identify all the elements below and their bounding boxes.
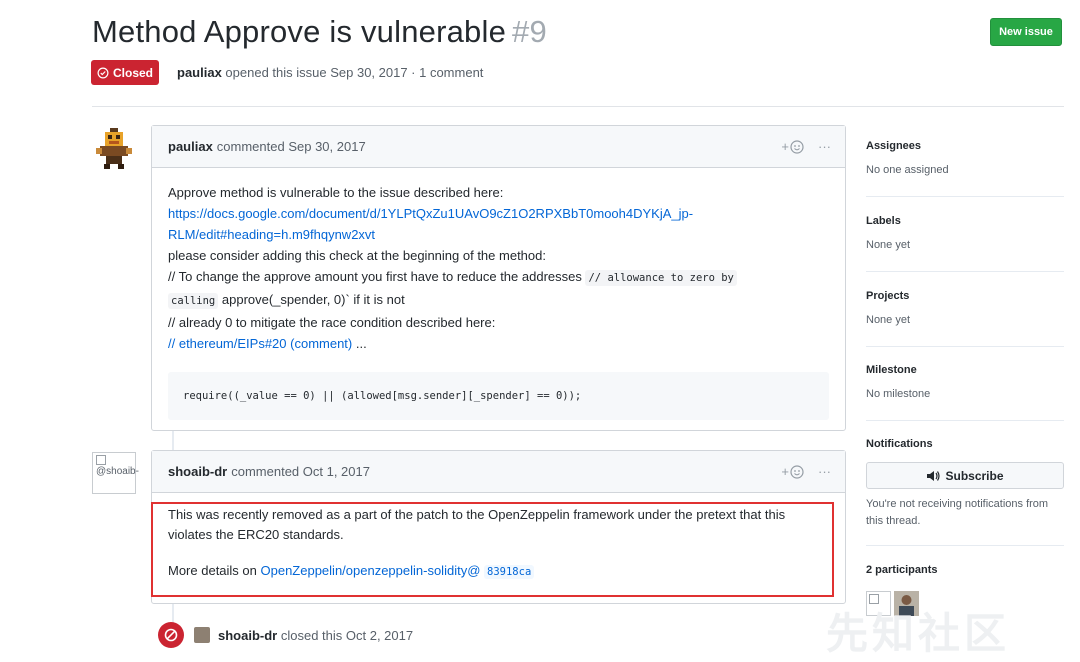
sidebar-divider — [866, 271, 1064, 272]
comment-line: // ethereum/EIPs#20 (comment) ... — [168, 333, 829, 354]
sidebar-heading[interactable]: Projects — [866, 290, 1064, 302]
issue-closed-event-icon — [158, 622, 184, 648]
closed-event-desc: closed this Oct 2, 2017 — [280, 627, 414, 643]
comment-paragraph: This was recently removed as a part of t… — [168, 507, 786, 542]
comment-paragraph: More details on OpenZeppelin/openzeppeli… — [168, 561, 829, 582]
sidebar-heading[interactable]: Labels — [866, 215, 1064, 227]
comment-header: shoaib-dr commented Oct 1, 2017 + ··· — [152, 451, 845, 493]
issue-closed-icon — [97, 67, 109, 78]
comment-actions: + ··· — [781, 139, 831, 154]
comment-line: please consider adding this check at the… — [168, 248, 546, 263]
speaker-icon — [927, 470, 941, 481]
status-badge: Closed — [91, 60, 160, 85]
sidebar-divider — [866, 346, 1064, 347]
sidebar-divider — [866, 545, 1064, 546]
notifications-text: You're not receiving notifications from … — [866, 498, 1049, 527]
eip-link[interactable]: ethereum/EIPs#20 (comment) — [179, 336, 352, 351]
comment-line: calling approve(_spender, 0)` if it is n… — [168, 289, 829, 312]
closed-event: shoaib-dr closed this Oct 2, 2017 — [158, 622, 413, 648]
comment-author[interactable]: shoaib-dr — [168, 464, 227, 479]
sidebar-heading: Notifications — [866, 438, 933, 450]
inline-code: calling — [168, 293, 219, 309]
sidebar-labels: Labels None yet — [866, 215, 1064, 251]
comment-pauliax: pauliax commented Sep 30, 2017 + ··· App… — [151, 125, 846, 431]
doc-link[interactable]: https://docs.google.com/document/d/1YLPt… — [168, 203, 829, 224]
comment-author[interactable]: pauliax — [168, 139, 213, 154]
comment-line: Approve method is vulnerable to the issu… — [168, 185, 504, 200]
watermark: 先知社区 — [826, 610, 1011, 657]
avatar[interactable] — [194, 627, 210, 643]
comment-line: // To change the approve amount you firs… — [168, 266, 829, 289]
sidebar-value: No one assigned — [866, 164, 949, 176]
sidebar-heading: 2 participants — [866, 564, 938, 576]
closed-event-text: shoaib-dr closed this Oct 2, 2017 — [218, 628, 413, 643]
sidebar-projects: Projects None yet — [866, 290, 1064, 326]
sidebar-divider — [866, 420, 1064, 421]
comment-body: Approve method is vulnerable to the issu… — [152, 168, 845, 420]
comment-line: // already 0 to mitigate the race condit… — [168, 315, 496, 330]
comment-text: ... — [352, 336, 367, 351]
header-divider — [92, 106, 1064, 107]
issue-title: Method Approve is vulnerable #9 — [92, 14, 547, 50]
sidebar-participants: 2 participants — [866, 564, 1064, 576]
sidebar-value: None yet — [866, 239, 911, 251]
comment-header: pauliax commented Sep 30, 2017 + ··· — [152, 126, 845, 168]
subscribe-label: Subscribe — [945, 468, 1004, 483]
comment-text: approve(_spender, 0)` if it is not — [221, 292, 405, 307]
issue-author-link[interactable]: pauliax — [177, 65, 222, 80]
closed-event-actor[interactable]: shoaib-dr — [218, 628, 277, 643]
new-issue-button[interactable]: New issue — [990, 18, 1062, 46]
comment-timestamp[interactable]: commented Sep 30, 2017 — [217, 139, 366, 154]
comment-body: This was recently removed as a part of t… — [152, 493, 845, 582]
broken-image-icon — [96, 455, 106, 465]
sidebar-value: None yet — [866, 314, 911, 326]
avatar[interactable]: @shoaib- — [92, 452, 139, 494]
doc-link-cont[interactable]: RLM/edit#heading=h.m9fhqynw2xvt — [168, 224, 829, 245]
more-options-icon[interactable]: ··· — [818, 139, 831, 154]
sidebar-milestone: Milestone No milestone — [866, 364, 1064, 400]
sidebar-assignees: Assignees No one assigned — [866, 140, 1064, 176]
issue-number: #9 — [512, 14, 547, 49]
more-options-icon[interactable]: ··· — [818, 464, 831, 479]
issue-title-text: Method Approve is vulnerable — [92, 14, 507, 49]
add-reaction-icon[interactable]: + — [781, 139, 804, 154]
comment-actions: + ··· — [781, 464, 831, 479]
status-label: Closed — [113, 65, 154, 80]
commit-sha[interactable]: 83918ca — [484, 565, 535, 579]
avatar[interactable] — [94, 126, 134, 170]
code-block: require((_value == 0) || (allowed[msg.se… — [168, 372, 829, 420]
sidebar-notifications: Notifications — [866, 438, 1064, 450]
commit-link[interactable]: OpenZeppelin/openzeppelin-solidity@ — [261, 563, 481, 578]
issue-meta-text: opened this issue Sep 30, 2017 · 1 comme… — [225, 65, 484, 80]
sidebar-heading[interactable]: Milestone — [866, 364, 1064, 376]
comment-shoaib-dr: shoaib-dr commented Oct 1, 2017 + ··· Th… — [151, 450, 846, 604]
add-reaction-icon[interactable]: + — [781, 464, 804, 479]
avatar-alt-text: @shoaib- — [96, 466, 139, 477]
sidebar-divider — [866, 196, 1064, 197]
subscribe-button[interactable]: Subscribe — [866, 462, 1064, 489]
sidebar-heading[interactable]: Assignees — [866, 140, 1064, 152]
comment-text: // To change the approve amount you firs… — [168, 269, 582, 284]
comment-text: More details on — [168, 563, 261, 578]
issue-meta: pauliax opened this issue Sep 30, 2017 ·… — [177, 65, 483, 80]
inline-code: // allowance to zero by — [585, 270, 737, 286]
sidebar-value: No milestone — [866, 388, 931, 400]
comment-text: // — [168, 336, 179, 351]
comment-timestamp[interactable]: commented Oct 1, 2017 — [231, 464, 370, 479]
